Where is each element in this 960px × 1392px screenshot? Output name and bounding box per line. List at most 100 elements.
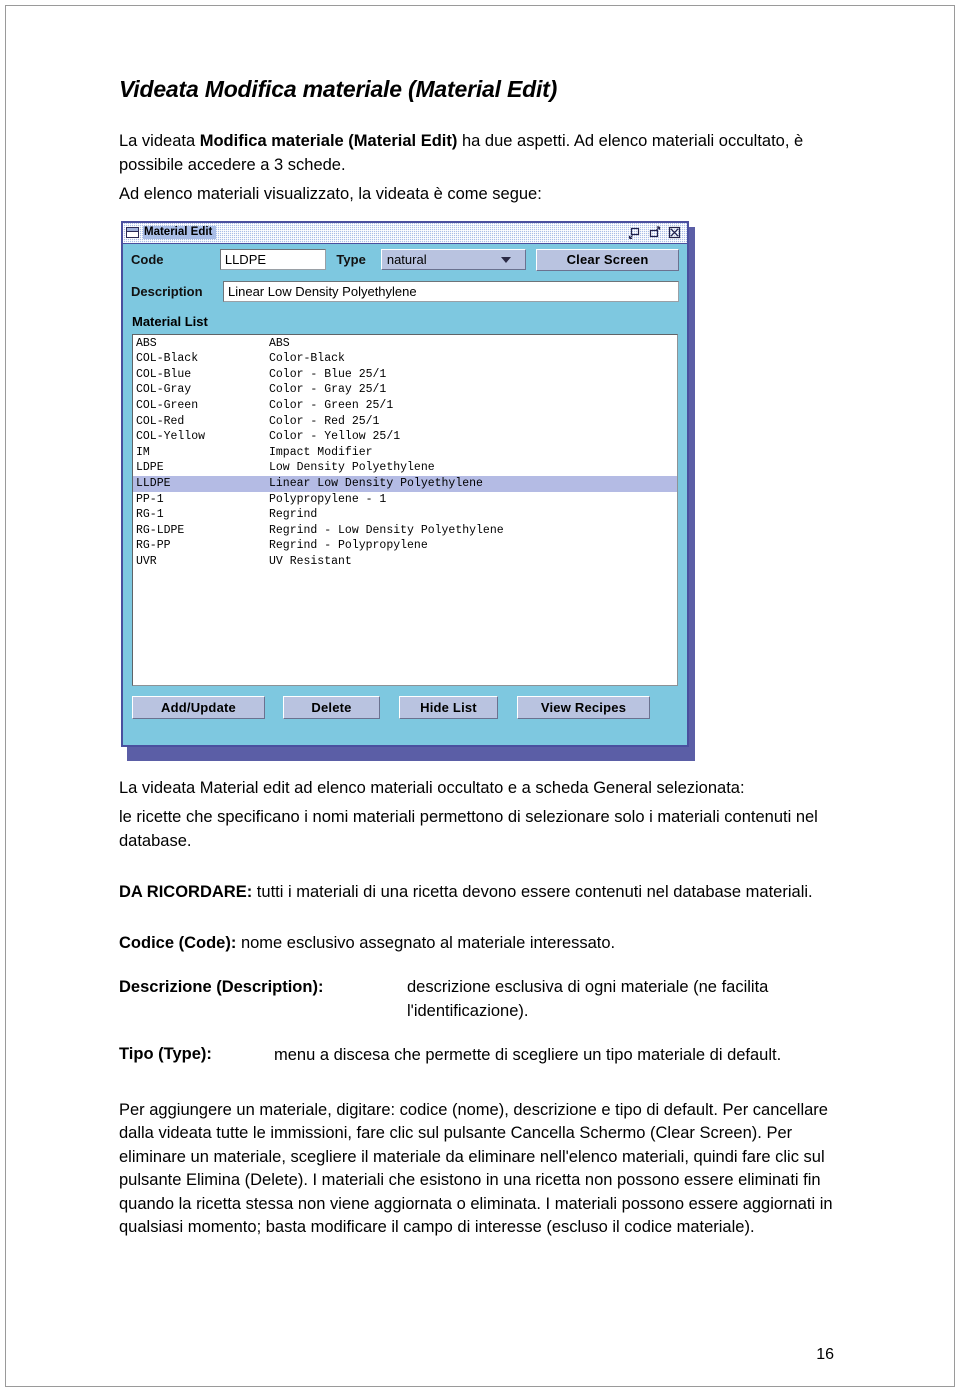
material-description: Color - Blue 25/1	[269, 367, 387, 381]
type-label: Type	[336, 252, 366, 268]
material-code: ABS	[136, 336, 157, 350]
intro-paragraph-1: La videata Modifica materiale (Material …	[119, 130, 839, 177]
page-number: 16	[816, 1346, 834, 1363]
material-description: Low Density Polyethylene	[269, 461, 435, 475]
definition-row: Tipo (Type): menu a discesa che permette…	[119, 1043, 839, 1067]
definition-body: menu a discesa che permette di scegliere…	[274, 1045, 782, 1064]
definition-body: descrizione esclusiva di ogni materiale …	[407, 978, 769, 1020]
material-description: UV Resistant	[269, 555, 352, 569]
type-select-value: natural	[386, 252, 427, 268]
material-description: Impact Modifier	[269, 445, 373, 459]
material-edit-window: Material Edit Code LLDPE Type natural Cl…	[121, 220, 689, 747]
chevron-down-icon	[501, 256, 512, 263]
material-code: COL-Blue	[136, 367, 192, 381]
definition-row: Descrizione (Description): descrizione e…	[119, 976, 839, 1023]
material-list-row[interactable]: UVR UV Resistant	[133, 554, 677, 570]
material-description: Color - Gray 25/1	[269, 383, 387, 397]
material-description: Linear Low Density Polyethylene	[269, 477, 483, 491]
material-code: COL-Yellow	[136, 430, 206, 444]
material-code: COL-Black	[136, 352, 199, 366]
material-description: Color-Black	[269, 352, 345, 366]
page-frame: Videata Modifica materiale (Material Edi…	[5, 5, 955, 1387]
definition-list: Codice (Code): nome esclusivo assegnato …	[119, 932, 839, 1067]
material-description: Regrind - Low Density Polyethylene	[269, 523, 504, 537]
material-description: ABS	[269, 336, 290, 350]
material-code: IM	[136, 445, 150, 459]
caption-line-1: La videata Material edit ad elenco mater…	[119, 778, 745, 797]
code-row: Code LLDPE Type natural Clear Screen	[123, 244, 687, 276]
add-update-button[interactable]: Add/Update	[132, 695, 265, 719]
material-list-row[interactable]: RG-PP Regrind - Polypropylene	[133, 538, 677, 554]
material-list-row[interactable]: COL-Green Color - Green 25/1	[133, 398, 677, 414]
document-content: Videata Modifica materiale (Material Edi…	[119, 76, 839, 1245]
definition-term: Codice (Code):	[119, 934, 237, 953]
definition-term: Tipo (Type):	[119, 1045, 212, 1064]
window-button-bar: Add/Update Delete Hide List View Recipes	[123, 686, 687, 719]
material-list-row[interactable]: COL-Red Color - Red 25/1	[133, 414, 677, 430]
material-description: Color - Yellow 25/1	[269, 430, 401, 444]
material-description: Regrind	[269, 508, 318, 522]
material-code: LDPE	[136, 461, 164, 475]
material-list-row[interactable]: RG-LDPE Regrind - Low Density Polyethylen…	[133, 523, 677, 539]
remember-paragraph: DA RICORDARE: tutti i materiali di una r…	[119, 881, 839, 904]
delete-button[interactable]: Delete	[283, 695, 380, 719]
hide-list-button[interactable]: Hide List	[399, 695, 498, 719]
closing-paragraph: Per aggiungere un materiale, digitare: c…	[119, 1100, 833, 1237]
material-code: COL-Red	[136, 414, 185, 428]
material-list-row[interactable]: COL-Yellow Color - Yellow 25/1	[133, 429, 677, 445]
view-recipes-button[interactable]: View Recipes	[517, 695, 650, 719]
material-list-row[interactable]: PP-1 Polypropylene - 1	[133, 492, 677, 508]
material-list-row[interactable]: COL-Black Color-Black	[133, 351, 677, 367]
material-list[interactable]: ABS ABS COL-Black Color-Black COL-Blue Color …	[132, 333, 678, 686]
material-code: RG-LDPE	[136, 523, 185, 537]
remember-label: DA RICORDARE:	[119, 882, 253, 901]
minimize-icon[interactable]	[628, 226, 641, 240]
material-list-row[interactable]: RG-1 Regrind	[133, 507, 677, 523]
material-list-row[interactable]: LLDPE Linear Low Density Polyethylene	[133, 476, 677, 492]
definition-body: nome esclusivo assegnato al materiale in…	[240, 934, 616, 953]
page-title: Videata Modifica materiale (Material Edi…	[119, 76, 558, 102]
definition-row: Codice (Code): nome esclusivo assegnato …	[119, 932, 839, 955]
material-code: RG-PP	[136, 539, 171, 553]
titlebar-buttons	[628, 226, 683, 240]
maximize-icon[interactable]	[648, 226, 661, 239]
material-code: COL-Gray	[136, 383, 192, 397]
material-code: PP-1	[136, 492, 164, 506]
intro-paragraph-2: Ad elenco materiali visualizzato, la vid…	[119, 185, 542, 204]
description-label: Description	[131, 284, 203, 300]
clear-screen-button[interactable]: Clear Screen	[536, 248, 680, 271]
remember-text: tutti i materiali di una ricetta devono …	[252, 882, 813, 901]
description-row: Description Linear Low Density Polyethyl…	[123, 276, 687, 308]
window-title: Material Edit	[143, 226, 217, 240]
material-code: LLDPE	[136, 477, 171, 491]
material-list-row[interactable]: LDPE Low Density Polyethylene	[133, 460, 677, 476]
window-footer-spacer	[123, 719, 687, 745]
material-list-row[interactable]: IM Impact Modifier	[133, 445, 677, 461]
material-list-row[interactable]: ABS ABS	[133, 336, 677, 352]
code-label: Code	[131, 252, 164, 268]
caption-line-2: le ricette che specificano i nomi materi…	[119, 808, 818, 850]
window-menu-icon[interactable]	[126, 227, 139, 239]
material-list-row[interactable]: COL-Gray Color - Gray 25/1	[133, 382, 677, 398]
code-input[interactable]: LLDPE	[219, 249, 327, 271]
material-description: Polypropylene - 1	[269, 492, 387, 506]
close-icon[interactable]	[668, 226, 681, 239]
material-code: UVR	[136, 555, 157, 569]
intro-bold: Modifica materiale (Material Edit)	[199, 132, 458, 151]
material-list-label: Material List	[132, 313, 208, 329]
material-code: RG-1	[136, 508, 164, 522]
description-input[interactable]: Linear Low Density Polyethylene	[223, 281, 679, 303]
material-code: COL-Green	[136, 399, 199, 413]
type-select[interactable]: natural	[380, 249, 527, 271]
material-description: Color - Red 25/1	[269, 414, 380, 428]
material-description: Color - Green 25/1	[269, 399, 394, 413]
material-edit-window-wrapper: Material Edit Code LLDPE Type natural Cl…	[121, 220, 695, 761]
material-description: Regrind - Polypropylene	[269, 539, 428, 553]
material-list-row[interactable]: COL-Blue Color - Blue 25/1	[133, 367, 677, 383]
intro-pre: La videata	[119, 132, 200, 151]
definition-term: Descrizione (Description):	[119, 977, 324, 996]
window-titlebar: Material Edit	[123, 222, 687, 244]
